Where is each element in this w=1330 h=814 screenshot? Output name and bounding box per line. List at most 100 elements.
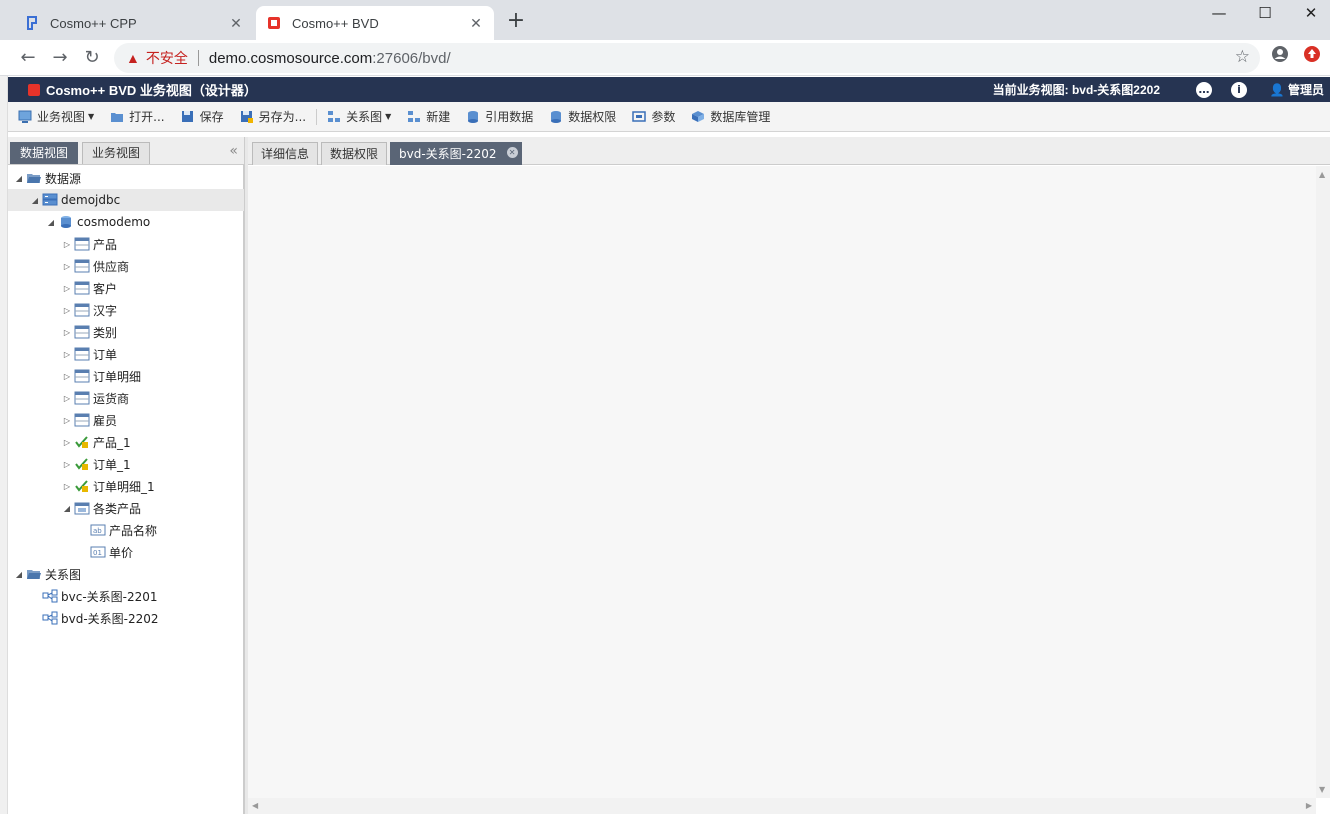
new-tab-button[interactable]: + — [504, 10, 528, 34]
tree-node[interactable]: ▷ 雇员 — [8, 409, 244, 431]
tree-node[interactable]: ▷ 订单明细_1 — [8, 475, 244, 497]
collapse-toggle-icon[interactable]: ▷ — [62, 284, 72, 293]
tree-node[interactable]: ▷ 类别 — [8, 321, 244, 343]
collapse-panel-icon[interactable]: « — [229, 143, 238, 159]
collapse-toggle-icon[interactable]: ▷ — [62, 460, 72, 469]
save-button[interactable]: 保存 — [181, 108, 224, 125]
data-permission-button[interactable]: 数据权限 — [549, 108, 616, 125]
scroll-right-icon[interactable]: ▶ — [1306, 801, 1312, 810]
query-table-icon — [74, 479, 90, 493]
browser-tab-strip: Cosmo++ CPP ✕ Cosmo++ BVD ✕ + — ☐ ✕ — [0, 0, 1330, 40]
expand-toggle-icon[interactable]: ◢ — [62, 504, 72, 513]
business-view-menu[interactable]: 业务视图 ▼ — [18, 108, 94, 125]
horizontal-scrollbar[interactable]: ◀ ▶ — [248, 798, 1316, 814]
tree-node[interactable]: ▷ 产品 — [8, 233, 244, 255]
tree-node[interactable]: bvd-关系图-2202 — [8, 607, 244, 629]
tree-node[interactable]: ▷ 供应商 — [8, 255, 244, 277]
tree-node[interactable]: 01 单价 — [8, 541, 244, 563]
open-button[interactable]: 打开... — [110, 108, 165, 125]
table-icon — [74, 303, 90, 317]
url-input[interactable]: ▲ 不安全 demo.cosmosource.com :27606/bvd/ ☆ — [114, 43, 1260, 73]
tree-node[interactable]: ▷ 订单明细 — [8, 365, 244, 387]
tab-bvd-relation-2202[interactable]: bvd-关系图-2202 ✕ — [390, 142, 522, 165]
toolbar-label: 引用数据 — [485, 110, 534, 124]
reload-button[interactable]: ↻ — [80, 46, 104, 70]
collapse-toggle-icon[interactable]: ▷ — [62, 394, 72, 403]
vertical-scrollbar[interactable]: ▲ ▼ — [1316, 166, 1330, 798]
database-manage-icon — [691, 110, 705, 123]
collapse-toggle-icon[interactable]: ▷ — [62, 438, 72, 447]
tree-node-label: bvd-关系图-2202 — [61, 611, 159, 626]
reference-data-button[interactable]: 引用数据 — [466, 108, 533, 125]
scroll-up-icon[interactable]: ▲ — [1319, 170, 1325, 179]
table-icon — [74, 281, 90, 295]
tree-node[interactable]: ◢ demojdbc — [8, 189, 244, 211]
open-folder-icon — [110, 110, 124, 123]
expand-toggle-icon[interactable]: ◢ — [46, 218, 56, 227]
tree-node[interactable]: ▷ 客户 — [8, 277, 244, 299]
text-field-icon: ab — [90, 523, 106, 537]
tree-node[interactable]: ▷ 订单 — [8, 343, 244, 365]
cosmo-cpp-favicon-icon — [24, 15, 40, 31]
tree-node-label: 类别 — [93, 325, 118, 340]
relation-diagram-menu[interactable]: 关系图 ▼ — [327, 108, 391, 125]
expand-toggle-icon[interactable]: ◢ — [14, 570, 24, 579]
tree-node[interactable]: ▷ 产品_1 — [8, 431, 244, 453]
new-button[interactable]: 新建 — [407, 108, 450, 125]
tree-node[interactable]: ▷ 订单_1 — [8, 453, 244, 475]
collapse-toggle-icon[interactable]: ▷ — [62, 328, 72, 337]
scroll-left-icon[interactable]: ◀ — [252, 801, 258, 810]
collapse-toggle-icon[interactable]: ▷ — [62, 350, 72, 359]
toolbar-label: 数据库管理 — [710, 110, 771, 124]
info-icon[interactable]: i — [1231, 82, 1247, 98]
database-manage-button[interactable]: 数据库管理 — [691, 108, 770, 125]
bookmark-star-icon[interactable]: ☆ — [1235, 47, 1250, 67]
collapse-toggle-icon[interactable]: ▷ — [62, 306, 72, 315]
collapse-toggle-icon[interactable]: ▷ — [62, 416, 72, 425]
collapse-toggle-icon[interactable]: ▷ — [62, 482, 72, 491]
parameter-button[interactable]: 参数 — [632, 108, 675, 125]
close-window-button[interactable]: ✕ — [1288, 2, 1330, 26]
tree-node[interactable]: ◢ 各类产品 — [8, 497, 244, 519]
tab-business-view[interactable]: 业务视图 — [82, 142, 151, 164]
current-view-label: 当前业务视图: bvd-关系图2202 — [992, 83, 1160, 97]
address-bar-row: ← → ↻ ▲ 不安全 demo.cosmosource.com :27606/… — [0, 40, 1330, 76]
tree-node[interactable]: ◢ 关系图 — [8, 563, 244, 585]
tree-node[interactable]: ▷ 运货商 — [8, 387, 244, 409]
tab-data-view[interactable]: 数据视图 — [10, 142, 79, 164]
tree-node[interactable]: ◢ 数据源 — [8, 167, 244, 189]
scroll-down-icon[interactable]: ▼ — [1319, 785, 1325, 794]
collapse-toggle-icon[interactable]: ▷ — [62, 372, 72, 381]
tab-details[interactable]: 详细信息 — [252, 142, 319, 165]
back-button[interactable]: ← — [16, 46, 40, 70]
browser-tab-cpp[interactable]: Cosmo++ CPP ✕ — [14, 6, 254, 40]
user-icon: 👤 — [1269, 83, 1285, 97]
tree-node[interactable]: ◢ cosmodemo — [8, 211, 244, 233]
expand-toggle-icon[interactable]: ◢ — [30, 196, 40, 205]
user-menu[interactable]: 👤 管理员 — [1270, 81, 1324, 98]
tree-node[interactable]: bvc-关系图-2201 — [8, 585, 244, 607]
diagram-canvas[interactable] — [248, 166, 1316, 798]
close-icon[interactable]: ✕ — [228, 15, 244, 31]
maximize-button[interactable]: ☐ — [1242, 2, 1288, 26]
tree-node[interactable]: ab 产品名称 — [8, 519, 244, 541]
query-table-icon — [74, 457, 90, 471]
tab-label: 详细信息 — [261, 147, 310, 161]
minimize-button[interactable]: — — [1196, 2, 1242, 26]
tab-data-permission[interactable]: 数据权限 — [321, 142, 388, 165]
forward-button[interactable]: → — [48, 46, 72, 70]
save-as-button[interactable]: 另存为... — [240, 108, 306, 125]
tree-node-label: 订单明细_1 — [93, 479, 155, 494]
profile-icon[interactable] — [1268, 45, 1292, 69]
tree-node[interactable]: ▷ 汉字 — [8, 299, 244, 321]
close-icon[interactable]: ✕ — [506, 147, 518, 158]
chat-icon[interactable]: … — [1196, 82, 1212, 98]
update-icon[interactable] — [1300, 45, 1324, 69]
expand-toggle-icon[interactable]: ◢ — [14, 174, 24, 183]
collapse-toggle-icon[interactable]: ▷ — [62, 240, 72, 249]
collapse-toggle-icon[interactable]: ▷ — [62, 262, 72, 271]
table-icon — [74, 259, 90, 273]
close-icon[interactable]: ✕ — [468, 15, 484, 31]
table-icon — [74, 413, 90, 427]
browser-tab-bvd[interactable]: Cosmo++ BVD ✕ — [256, 6, 494, 40]
